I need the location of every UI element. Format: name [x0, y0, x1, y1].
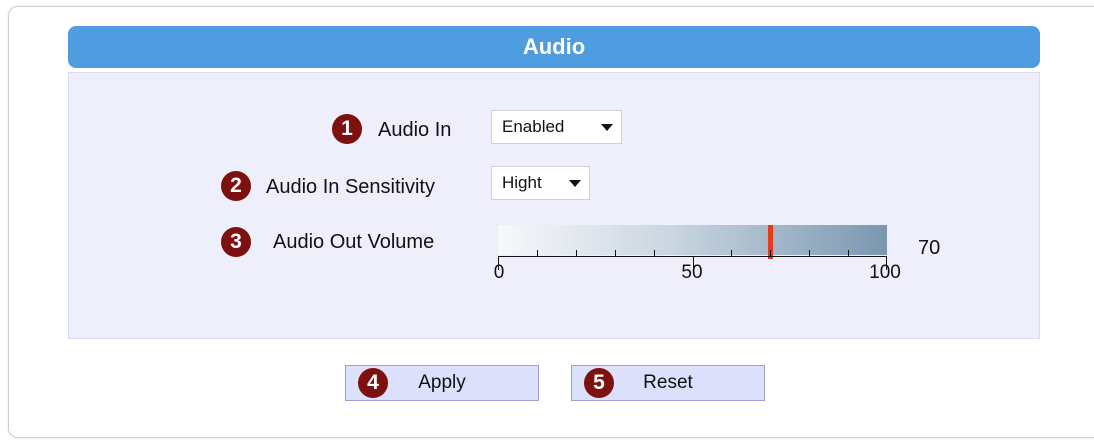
slider-tick — [537, 250, 538, 257]
audio-out-volume-label: Audio Out Volume — [273, 231, 435, 253]
scale-label-mid: 50 — [681, 262, 703, 283]
apply-button-label: Apply — [418, 372, 466, 393]
slider-tick — [615, 250, 616, 257]
audio-in-sensitivity-select-value: Hight — [502, 173, 542, 192]
scale-label-max: 100 — [869, 262, 901, 283]
section-title: Audio — [68, 26, 1040, 68]
slider-tick — [576, 250, 577, 257]
slider-tick — [731, 250, 732, 257]
slider-tick — [770, 250, 771, 257]
audio-in-sensitivity-select[interactable]: Hight — [491, 166, 590, 200]
step-badge-1: 1 — [332, 114, 362, 144]
apply-button[interactable]: 4 Apply — [345, 365, 539, 401]
audio-in-select-value: Enabled — [502, 117, 565, 136]
volume-value-readout: 70 — [918, 237, 941, 259]
reset-button-label: Reset — [643, 372, 693, 393]
audio-out-volume-slider[interactable] — [498, 225, 887, 259]
step-badge-3: 3 — [221, 227, 251, 257]
audio-in-label: Audio In — [378, 119, 452, 141]
chevron-down-icon — [569, 180, 581, 187]
slider-tick — [848, 250, 849, 257]
audio-in-select[interactable]: Enabled — [491, 110, 622, 144]
reset-button[interactable]: 5 Reset — [571, 365, 765, 401]
step-badge-2: 2 — [221, 171, 251, 201]
scale-label-min: 0 — [493, 262, 505, 283]
slider-tick — [809, 250, 810, 257]
slider-tick — [654, 250, 655, 257]
chevron-down-icon — [601, 124, 613, 131]
audio-in-sensitivity-label: Audio In Sensitivity — [266, 176, 435, 198]
